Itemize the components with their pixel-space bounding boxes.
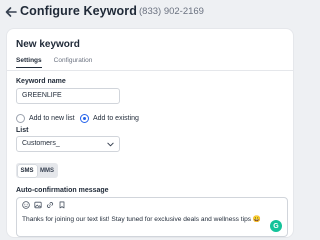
chevron-down-icon (107, 142, 114, 147)
radio-new-list-label: Add to new list (29, 115, 75, 122)
back-arrow-icon[interactable] (4, 5, 18, 19)
auto-confirmation-text: Thanks for joining our text list! Stay t… (22, 216, 262, 223)
keyword-name-label: Keyword name (16, 78, 66, 85)
link-icon[interactable] (46, 201, 54, 209)
radio-add-to-existing[interactable]: Add to existing (80, 114, 139, 123)
list-label: List (16, 127, 29, 134)
card-title: New keyword (16, 39, 80, 50)
auto-confirmation-textarea[interactable]: Thanks for joining our text list! Stay t… (16, 197, 288, 237)
grammarly-icon[interactable]: G (270, 220, 282, 232)
keyword-name-input[interactable]: GREENLIFE (16, 88, 120, 104)
mms-button[interactable]: MMS (38, 165, 57, 177)
tab-configuration[interactable]: Configuration (54, 55, 93, 68)
radio-existing-label: Add to existing (93, 115, 139, 122)
emoji-icon[interactable] (22, 201, 30, 209)
list-select-value: Customers_ (22, 140, 60, 147)
radio-new-list[interactable] (16, 114, 25, 123)
message-toolbar (22, 201, 66, 209)
top-bar: Configure Keyword (833) 902-2169 (0, 0, 300, 26)
radio-add-to-new-list[interactable]: Add to new list (16, 114, 75, 123)
phone-number: (833) 902-2169 (139, 6, 204, 17)
radio-existing[interactable] (80, 114, 89, 123)
tab-settings[interactable]: Settings (16, 55, 42, 68)
auto-confirmation-label: Auto-confirmation message (16, 187, 109, 194)
keyword-card: New keyword Settings Configuration Keywo… (7, 29, 293, 237)
page-title: Configure Keyword (20, 4, 137, 18)
sms-button[interactable]: SMS (17, 164, 37, 177)
channel-toggle: SMS MMS (16, 163, 58, 178)
image-icon[interactable] (34, 201, 42, 209)
bookmark-icon[interactable] (58, 201, 66, 209)
tabs-divider (7, 70, 293, 71)
tab-bar: Settings Configuration (16, 55, 92, 71)
list-select[interactable]: Customers_ (16, 136, 120, 152)
